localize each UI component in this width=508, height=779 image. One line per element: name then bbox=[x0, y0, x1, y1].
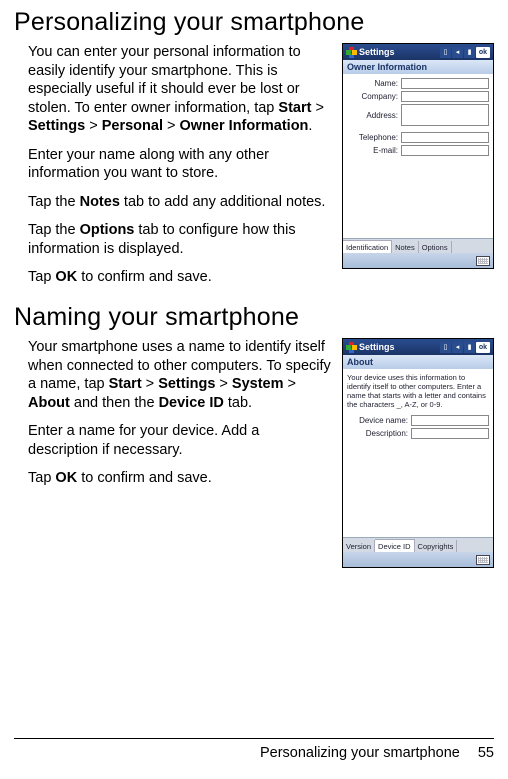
titlebar-title: Settings bbox=[359, 47, 437, 57]
device-footer bbox=[343, 253, 493, 268]
device-about: Settings ▯ ◂ ▮ ok About Your device uses… bbox=[342, 338, 494, 568]
tab-copyrights[interactable]: Copyrights bbox=[415, 540, 458, 552]
heading-naming: Naming your smartphone bbox=[14, 303, 494, 332]
keyboard-icon[interactable] bbox=[476, 256, 490, 266]
ok-button[interactable]: ok bbox=[476, 342, 490, 353]
text: > bbox=[284, 376, 297, 392]
text: > bbox=[85, 118, 102, 134]
kw-system: System bbox=[232, 376, 284, 392]
volume-icon: ◂ bbox=[452, 342, 463, 353]
label-device-name: Device name: bbox=[347, 416, 408, 425]
page-footer: Personalizing your smartphone 55 bbox=[14, 738, 494, 761]
signal-icon: ▯ bbox=[440, 342, 451, 353]
volume-icon: ◂ bbox=[452, 47, 463, 58]
label-company: Company: bbox=[347, 92, 398, 101]
windows-logo-icon bbox=[346, 47, 356, 57]
input-name[interactable] bbox=[401, 78, 489, 89]
kw-options: Options bbox=[80, 222, 135, 238]
tabs: Version Device ID Copyrights bbox=[343, 537, 493, 552]
titlebar-title: Settings bbox=[359, 342, 437, 352]
text: tab to add any additional notes. bbox=[120, 194, 326, 210]
text: . bbox=[308, 118, 312, 134]
text: Tap bbox=[28, 470, 55, 486]
input-company[interactable] bbox=[401, 91, 489, 102]
para-enter-device-name: Enter a name for your device. Add a desc… bbox=[28, 422, 332, 459]
label-telephone: Telephone: bbox=[347, 133, 398, 142]
heading-personalizing: Personalizing your smartphone bbox=[14, 8, 494, 37]
text: > bbox=[163, 118, 180, 134]
kw-personal: Personal bbox=[102, 118, 163, 134]
input-telephone[interactable] bbox=[401, 132, 489, 143]
kw-owner-information: Owner Information bbox=[180, 118, 309, 134]
text: > bbox=[142, 376, 159, 392]
kw-ok: OK bbox=[55, 470, 77, 486]
input-description[interactable] bbox=[411, 428, 489, 439]
input-email[interactable] bbox=[401, 145, 489, 156]
section1-text: You can enter your personal informa­tion… bbox=[28, 43, 332, 297]
about-help-text: Your device uses this information to ide… bbox=[347, 373, 489, 409]
text: Tap the bbox=[28, 222, 80, 238]
input-address[interactable] bbox=[401, 104, 489, 126]
text: to confirm and save. bbox=[77, 470, 212, 486]
titlebar: Settings ▯ ◂ ▮ ok bbox=[343, 44, 493, 60]
text: Tap bbox=[28, 269, 55, 285]
screen-title: About bbox=[343, 355, 493, 369]
tab-notes[interactable]: Notes bbox=[392, 241, 419, 253]
text: and then the bbox=[70, 395, 159, 411]
kw-start: Start bbox=[109, 376, 142, 392]
text: Tap the bbox=[28, 194, 80, 210]
signal-icon: ▯ bbox=[440, 47, 451, 58]
page-number: 55 bbox=[478, 745, 494, 761]
tab-device-id[interactable]: Device ID bbox=[375, 539, 415, 552]
label-description: Description: bbox=[347, 429, 408, 438]
kw-settings: Settings bbox=[158, 376, 215, 392]
tab-identification[interactable]: Identification bbox=[343, 240, 392, 253]
kw-settings: Settings bbox=[28, 118, 85, 134]
battery-icon: ▮ bbox=[464, 47, 475, 58]
windows-logo-icon bbox=[346, 342, 356, 352]
kw-about: About bbox=[28, 395, 70, 411]
kw-notes: Notes bbox=[80, 194, 120, 210]
ok-button[interactable]: ok bbox=[476, 47, 490, 58]
kw-ok: OK bbox=[55, 269, 77, 285]
tab-version[interactable]: Version bbox=[343, 540, 375, 552]
input-device-name[interactable] bbox=[411, 415, 489, 426]
battery-icon: ▮ bbox=[464, 342, 475, 353]
tabs: Identification Notes Options bbox=[343, 238, 493, 253]
text: > bbox=[215, 376, 232, 392]
label-email: E-mail: bbox=[347, 146, 398, 155]
kw-start: Start bbox=[278, 100, 311, 116]
tab-options[interactable]: Options bbox=[419, 241, 452, 253]
label-name: Name: bbox=[347, 79, 398, 88]
kw-deviceid: Device ID bbox=[159, 395, 224, 411]
footer-title: Personalizing your smartphone bbox=[260, 745, 460, 761]
text: tab. bbox=[224, 395, 252, 411]
text: You can enter your personal informa­tion… bbox=[28, 44, 301, 116]
label-address: Address: bbox=[347, 111, 398, 120]
para-enter-name: Enter your name along with any other inf… bbox=[28, 146, 332, 183]
keyboard-icon[interactable] bbox=[476, 555, 490, 565]
device-footer bbox=[343, 552, 493, 567]
screen-title: Owner Information bbox=[343, 60, 493, 74]
titlebar: Settings ▯ ◂ ▮ ok bbox=[343, 339, 493, 355]
section2-text: Your smartphone uses a name to iden­tify… bbox=[28, 338, 332, 498]
text: > bbox=[311, 100, 324, 116]
device-owner-info: Settings ▯ ◂ ▮ ok Owner Information Name… bbox=[342, 43, 494, 269]
text: to confirm and save. bbox=[77, 269, 212, 285]
